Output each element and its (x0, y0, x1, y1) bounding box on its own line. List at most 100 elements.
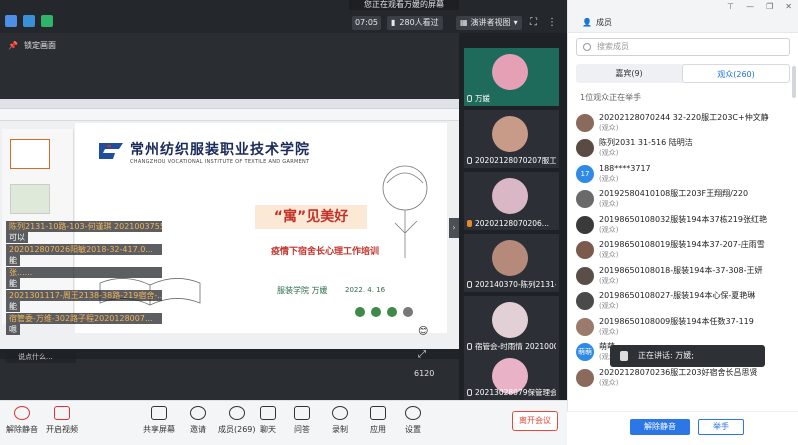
video-tile[interactable]: 20202128070206... (464, 172, 559, 230)
members-button[interactable]: 成员(269) (218, 406, 256, 435)
view-mode-button[interactable]: ▦ 演讲者视图 ▾ (456, 16, 522, 30)
chat-text: 可以 (6, 232, 28, 243)
avatar (576, 190, 594, 209)
settings-button[interactable]: 设置 (405, 406, 421, 435)
collapse-strip-button[interactable]: › (449, 218, 459, 238)
chat-overlay: 陈列2131-10路-103-何谨琪 2021003755 可以 2020128… (6, 221, 162, 336)
list-item[interactable]: 17 188****3717 (观众) (576, 161, 790, 187)
tile-label: 宿管会-时雨情 202100070 (467, 341, 556, 352)
list-item[interactable]: 20198650108009服装194本任数37-119 (观众) (576, 314, 790, 340)
invite-button[interactable]: 邀请 (190, 406, 206, 435)
chat-text: 能 (6, 255, 20, 266)
emoji-icon[interactable]: 😊 (418, 326, 428, 337)
leave-meeting-button[interactable]: 离开会议 (512, 411, 558, 431)
more-icon[interactable]: ⋮ (547, 17, 557, 28)
nav-dot-icon[interactable] (355, 307, 365, 317)
tile-label: 20202128070207服工2... (467, 155, 556, 166)
panel-title: 👤 成员 (582, 18, 612, 27)
member-role: (观众) (599, 302, 619, 311)
avatar: 萌萌 (576, 343, 594, 362)
mic-icon (467, 389, 472, 396)
pin-icon: 📌 (8, 41, 18, 50)
member-role: (观众) (599, 225, 619, 234)
video-tile[interactable]: 万媛 (464, 48, 559, 106)
list-item[interactable]: 陈列2031 31-516 陆明洁 (观众) (576, 136, 790, 162)
scrollbar[interactable] (792, 66, 796, 98)
member-name: 20202128070236服工203好宿舍长吕思贤 (599, 367, 758, 377)
unmute-all-button[interactable]: 解除静音 (630, 419, 690, 435)
info-icon[interactable] (5, 15, 17, 27)
status-icons (5, 15, 53, 27)
avatar (576, 368, 594, 387)
user-icon (467, 220, 472, 227)
restore-icon[interactable]: ❐ (766, 2, 773, 11)
video-tile[interactable]: 宿管会-时雨情 202100070 (464, 296, 559, 354)
mic-off-icon (14, 406, 30, 420)
nav-dot-icon[interactable] (371, 307, 381, 317)
chat-button[interactable]: 聊天 (260, 406, 276, 435)
chat-text: 能 (6, 278, 20, 289)
tab-audience[interactable]: 观众(260) (682, 64, 790, 83)
viewer-count[interactable]: ▮ 280人看过 (387, 16, 443, 30)
apps-button[interactable]: 应用 (370, 406, 386, 435)
list-item[interactable]: 20198650108032服装194本37栋219张红艳 (观众) (576, 212, 790, 238)
avatar (576, 292, 594, 311)
shield-icon[interactable] (23, 15, 35, 27)
lock-view[interactable]: 📌 锁定画面 (8, 40, 56, 51)
start-video-button[interactable]: 开启视频 (46, 406, 78, 435)
member-search-input[interactable]: 搜索成员 (576, 38, 790, 56)
participant-avatar (492, 116, 528, 152)
nav-dot-icon[interactable] (387, 307, 397, 317)
raise-hand-notice[interactable]: 1位观众正在举手 (580, 92, 641, 103)
panel-header: ⊤ — ❐ ✕ 👤 成员 (568, 0, 798, 33)
member-name: 陈列2031 31-516 陆明洁 (599, 138, 693, 148)
member-name: 20192580410108服工203F王翔翔/220 (599, 189, 749, 199)
list-item[interactable]: 20192580410108服工203F王翔翔/220 (观众) (576, 187, 790, 213)
chat-sender: 2021301117-周王2138-38路-219宿舍-... (6, 290, 162, 301)
qa-button[interactable]: 问答 (294, 406, 310, 435)
ppt-toolbar (0, 109, 459, 121)
video-tile[interactable]: 202140370-陈列2131-1... (464, 234, 559, 292)
avatar (576, 317, 594, 336)
pin-window-icon[interactable]: ⊤ (727, 2, 734, 11)
fullscreen-icon[interactable]: ⛶ (530, 17, 537, 28)
ppt-titlebar (0, 99, 459, 109)
video-tile[interactable]: 20202128070207服工2... (464, 110, 559, 168)
list-item[interactable]: 20198650108027-服装194本心保-夏艳琳 (观众) (576, 289, 790, 315)
slide-date: 2022. 4. 16 (345, 286, 386, 294)
tab-guests[interactable]: 嘉宾(9) (576, 64, 682, 83)
expand-icon[interactable]: ⤢ (418, 349, 426, 360)
member-role: (观众) (599, 123, 619, 132)
avatar (576, 113, 594, 132)
list-item[interactable]: 20198650108019服装194本37-207-庄雨雪 (观众) (576, 238, 790, 264)
chat-text: 嗯 (6, 324, 20, 335)
members-icon (228, 406, 245, 420)
chat-input[interactable]: 说点什么... (6, 351, 76, 363)
list-item[interactable]: 20202128070244 32-220服工203C+仲文静 (观众) (576, 110, 790, 136)
mic-icon (467, 157, 472, 164)
minimize-icon[interactable]: — (746, 2, 754, 11)
page-number: 6120 (414, 369, 435, 378)
participant-avatar (492, 54, 528, 90)
video-tile[interactable]: 20213028079保管理会通... (464, 352, 559, 400)
slide-thumbnail (10, 184, 50, 214)
signal-icon[interactable] (41, 15, 53, 27)
nav-dot-icon[interactable] (403, 307, 413, 317)
raise-hand-button[interactable]: 举手 (698, 419, 744, 435)
share-screen-button[interactable]: 共享屏幕 (143, 406, 175, 435)
member-role: (观众) (599, 251, 619, 260)
member-role: (观众) (599, 378, 619, 387)
chat-message: 张...... 能 (6, 267, 162, 289)
window-controls: ⊤ — ❐ ✕ (727, 2, 792, 11)
record-button[interactable]: 录制 (332, 406, 348, 435)
chat-sender: 202012807026阳敏2018-32-417.0... (6, 244, 162, 255)
sharing-banner: 您正在观看万媛的屏幕 (349, 0, 459, 10)
list-item[interactable]: 20202128070236服工203好宿舍长吕思贤 (观众) (576, 365, 790, 391)
close-icon[interactable]: ✕ (785, 2, 792, 11)
view-mode-label: 演讲者视图 (470, 18, 511, 27)
search-icon (583, 43, 591, 51)
list-item[interactable]: 20198650108018-服装194本-37-308-王妍 (观众) (576, 263, 790, 289)
avatar (576, 266, 594, 285)
avatar: 17 (576, 164, 594, 183)
unmute-button[interactable]: 解除静音 (6, 406, 38, 435)
